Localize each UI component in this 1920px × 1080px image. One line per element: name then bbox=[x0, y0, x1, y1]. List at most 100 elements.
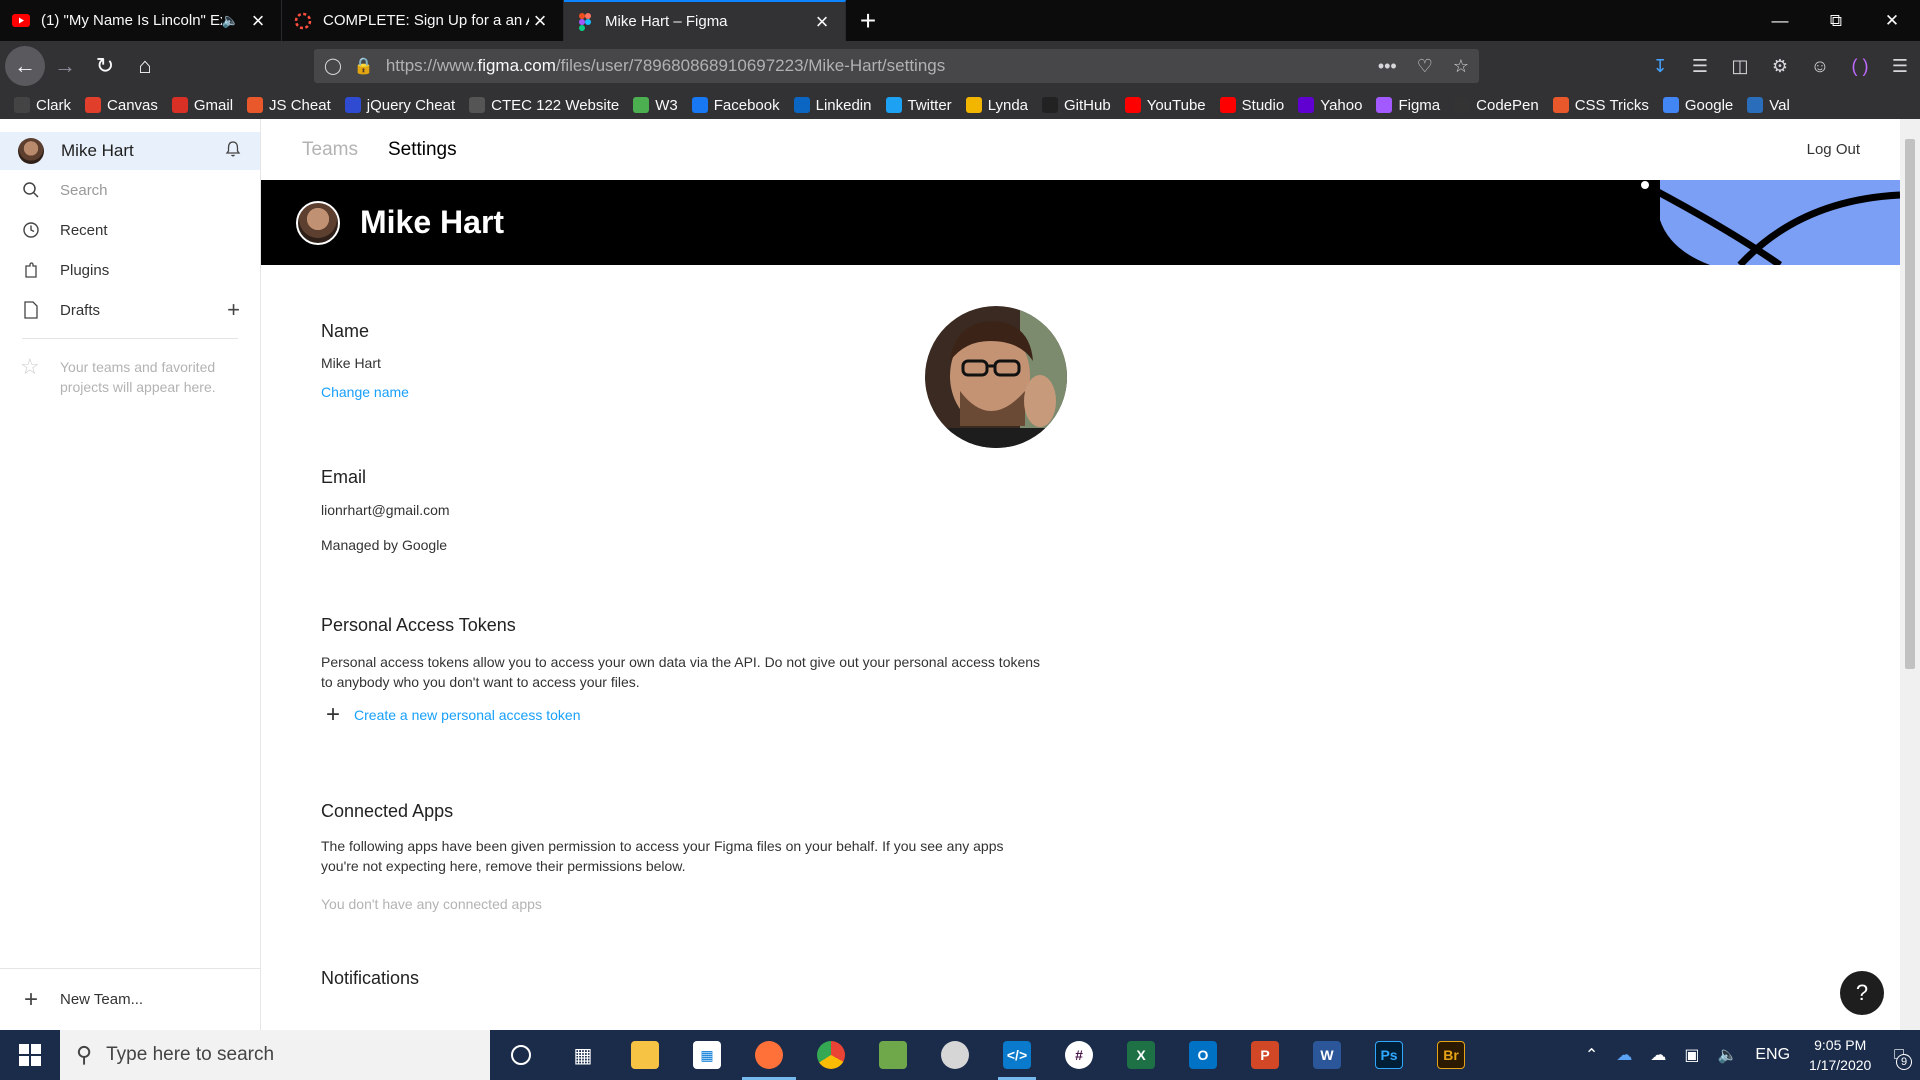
profile-photo[interactable] bbox=[925, 306, 1067, 448]
back-button[interactable]: ← bbox=[5, 46, 45, 86]
bookmark-star-icon[interactable]: ☆ bbox=[1453, 56, 1469, 77]
bookmark-w3[interactable]: W3 bbox=[633, 97, 678, 114]
bookmark-gmail[interactable]: Gmail bbox=[171, 97, 233, 114]
onedrive-icon[interactable]: ☁ bbox=[1616, 1045, 1632, 1065]
bookmark-jquery-cheat[interactable]: jQuery Cheat bbox=[344, 97, 455, 114]
library-icon[interactable]: ☰ bbox=[1680, 56, 1720, 77]
bookmark-google[interactable]: Google bbox=[1662, 97, 1733, 114]
bookmark-clark[interactable]: Clark bbox=[14, 97, 71, 114]
taskbar-search-box[interactable]: ⚲ Type here to search bbox=[60, 1030, 490, 1080]
create-token-link[interactable]: Create a new personal access token bbox=[354, 707, 580, 723]
close-window-icon[interactable]: ✕ bbox=[1864, 0, 1920, 41]
sidebar-item-drafts[interactable]: Drafts + bbox=[0, 290, 260, 330]
taskbar-bridge[interactable]: Br bbox=[1420, 1030, 1482, 1080]
taskbar-store[interactable]: ▦ bbox=[676, 1030, 738, 1080]
sidebar-item-search[interactable]: Search bbox=[0, 170, 260, 210]
downloads-icon[interactable]: ↧ bbox=[1640, 56, 1680, 77]
help-button[interactable]: ? bbox=[1840, 971, 1884, 1015]
add-draft-plus-icon[interactable]: + bbox=[227, 297, 240, 323]
sidebar-user[interactable]: Mike Hart bbox=[0, 132, 260, 170]
volume-icon[interactable]: 🔈 bbox=[1717, 1045, 1737, 1065]
page-actions-icon[interactable]: ••• bbox=[1378, 56, 1397, 77]
bookmark-linkedin[interactable]: Linkedin bbox=[793, 97, 872, 114]
bookmark-label: Figma bbox=[1398, 96, 1441, 114]
close-tab-icon[interactable]: × bbox=[247, 8, 269, 34]
scrollbar-thumb[interactable] bbox=[1905, 139, 1915, 669]
minimize-window-icon[interactable]: — bbox=[1752, 0, 1808, 41]
task-view-icon: ▦ bbox=[573, 1044, 593, 1067]
taskbar-vscode[interactable]: </> bbox=[986, 1030, 1048, 1080]
close-tab-icon[interactable]: × bbox=[529, 8, 551, 34]
bookmark-github[interactable]: GitHub bbox=[1042, 97, 1111, 114]
task-view-button[interactable]: ▦ bbox=[552, 1030, 614, 1080]
speaker-icon[interactable]: 🔈 bbox=[222, 12, 239, 29]
taskbar-clock[interactable]: 9:05 PM 1/17/2020 bbox=[1809, 1035, 1871, 1075]
chevron-up-icon[interactable]: ⌃ bbox=[1585, 1045, 1598, 1065]
browser-tab-signup[interactable]: COMPLETE: Sign Up for a an Ac × bbox=[282, 0, 564, 41]
bookmark-youtube[interactable]: YouTube bbox=[1124, 97, 1206, 114]
close-tab-icon[interactable]: × bbox=[811, 9, 833, 35]
bookmark-facebook[interactable]: Facebook bbox=[691, 97, 780, 114]
bookmark-ctec-122-website[interactable]: CTEC 122 Website bbox=[469, 97, 619, 114]
bookmark-label: Canvas bbox=[107, 96, 158, 114]
file-icon bbox=[20, 301, 42, 319]
extension-icon[interactable]: ( ) bbox=[1840, 56, 1880, 77]
menu-icon[interactable]: ☰ bbox=[1880, 56, 1920, 77]
bookmark-css-tricks[interactable]: CSS Tricks bbox=[1552, 97, 1649, 114]
lock-icon[interactable]: 🔒 bbox=[354, 56, 374, 76]
create-token-button[interactable]: + Create a new personal access token bbox=[321, 701, 580, 729]
taskbar-excel[interactable]: X bbox=[1110, 1030, 1172, 1080]
tab-title: Mike Hart – Figma bbox=[605, 13, 728, 30]
language-indicator[interactable]: ENG bbox=[1755, 1046, 1790, 1064]
taskbar-chrome[interactable] bbox=[800, 1030, 862, 1080]
taskbar-photoshop[interactable]: Ps bbox=[1358, 1030, 1420, 1080]
bookmark-twitter[interactable]: Twitter bbox=[885, 97, 952, 114]
sidebar-item-recent[interactable]: Recent bbox=[0, 210, 260, 250]
windows-start-button[interactable] bbox=[0, 1030, 60, 1080]
taskbar-slack[interactable]: # bbox=[1048, 1030, 1110, 1080]
sidebar-toggle-icon[interactable]: ◫ bbox=[1720, 56, 1760, 77]
bookmark-studio[interactable]: Studio bbox=[1219, 97, 1284, 114]
restore-window-icon[interactable]: ⧉ bbox=[1808, 0, 1864, 41]
bookmark-figma[interactable]: Figma bbox=[1376, 97, 1440, 114]
taskbar-powerpoint[interactable]: P bbox=[1234, 1030, 1296, 1080]
forward-button[interactable]: → bbox=[45, 46, 85, 86]
bookmark-val[interactable]: Val bbox=[1747, 97, 1790, 114]
account-icon[interactable]: ☺ bbox=[1800, 56, 1840, 77]
bookmark-codepen[interactable]: CodePen bbox=[1454, 97, 1539, 114]
logout-button[interactable]: Log Out bbox=[1807, 141, 1860, 158]
notifications-button[interactable]: □ 9 bbox=[1894, 1046, 1912, 1070]
page-scrollbar[interactable] bbox=[1900, 119, 1920, 1030]
browser-tab-youtube[interactable]: (1) "My Name Is Lincoln" Ex 🔈 × bbox=[0, 0, 282, 41]
bookmark-yahoo[interactable]: Yahoo bbox=[1298, 97, 1362, 114]
cloud-icon[interactable]: ☁ bbox=[1650, 1045, 1666, 1065]
new-tab-button[interactable]: + bbox=[846, 0, 890, 41]
taskbar-app-snip[interactable] bbox=[924, 1030, 986, 1080]
bookmark-canvas[interactable]: Canvas bbox=[85, 97, 158, 114]
taskbar-firefox[interactable] bbox=[738, 1030, 800, 1080]
tab-settings[interactable]: Settings bbox=[388, 139, 457, 161]
shield-icon[interactable]: ◯ bbox=[324, 56, 342, 76]
new-team-button[interactable]: + New Team... bbox=[0, 968, 260, 1030]
bookmark-favicon-icon bbox=[793, 97, 810, 113]
taskbar-outlook[interactable]: O bbox=[1172, 1030, 1234, 1080]
tab-teams[interactable]: Teams bbox=[302, 139, 358, 161]
taskbar-file-explorer[interactable] bbox=[614, 1030, 676, 1080]
taskbar-app-photos[interactable] bbox=[862, 1030, 924, 1080]
taskbar-word[interactable]: W bbox=[1296, 1030, 1358, 1080]
network-icon[interactable]: ▣ bbox=[1684, 1045, 1699, 1065]
bell-icon[interactable] bbox=[224, 140, 242, 163]
reload-button[interactable]: ↻ bbox=[85, 46, 125, 86]
url-path: /files/user/789680868910697223/Mike-Hart… bbox=[555, 56, 946, 75]
sidebar-item-plugins[interactable]: Plugins bbox=[0, 250, 260, 290]
cortana-button[interactable] bbox=[490, 1030, 552, 1080]
email-managed-text: Managed by Google bbox=[321, 537, 448, 553]
browser-tab-figma[interactable]: Mike Hart – Figma × bbox=[564, 0, 846, 41]
pocket-icon[interactable]: ♡ bbox=[1417, 56, 1433, 77]
change-name-link[interactable]: Change name bbox=[321, 384, 409, 400]
bookmark-lynda[interactable]: Lynda bbox=[965, 97, 1028, 114]
url-bar[interactable]: ◯ 🔒 https://www. figma.com/files/user/789… bbox=[314, 49, 1479, 83]
home-button[interactable]: ⌂ bbox=[125, 46, 165, 86]
bookmark-js-cheat[interactable]: JS Cheat bbox=[247, 97, 331, 114]
extension-gear-icon[interactable]: ⚙ bbox=[1760, 56, 1800, 77]
